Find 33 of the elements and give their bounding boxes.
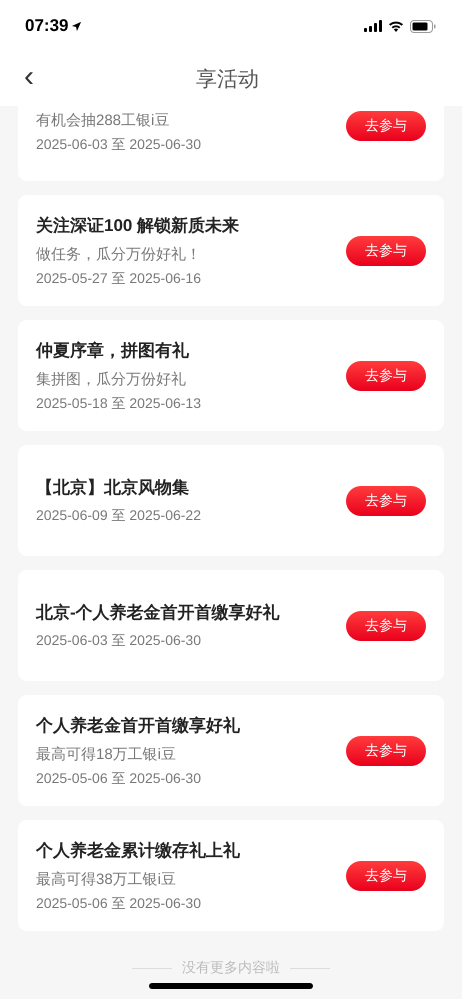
join-button[interactable]: 去参与 [346, 111, 426, 141]
join-button[interactable]: 去参与 [346, 236, 426, 266]
end-of-list-text: 没有更多内容啦 [182, 959, 280, 977]
join-button[interactable]: 去参与 [346, 486, 426, 516]
page-title: 享活动 [196, 67, 259, 93]
join-button[interactable]: 去参与 [346, 860, 426, 890]
join-button[interactable]: 去参与 [346, 610, 426, 640]
activity-dates: 2025-06-03 至 2025-06-30 [36, 632, 202, 650]
activity-title: 关注深证100 解锁新质未来 [36, 214, 240, 236]
battery-icon [410, 20, 436, 32]
back-button[interactable]: ‹ [0, 62, 44, 96]
activity-dates: 2025-06-09 至 2025-06-22 [36, 507, 202, 525]
activity-title: 个人养老金首开首缴享好礼 [36, 714, 240, 736]
activity-subtitle: 集拼图，瓜分万份好礼 [36, 370, 187, 388]
join-button[interactable]: 去参与 [346, 736, 426, 766]
activity-dates: 2025-05-06 至 2025-06-30 [36, 894, 202, 912]
activity-subtitle: 最高可得38万工银i豆 [36, 870, 178, 888]
location-arrow-icon [71, 20, 82, 32]
join-button[interactable]: 去参与 [346, 360, 426, 390]
activity-dates: 2025-05-18 至 2025-06-13 [36, 394, 202, 412]
activity-title: 【北京】北京风物集 [36, 477, 190, 499]
clock-time: 07:39 [25, 16, 68, 36]
activity-subtitle: 最高可得18万工银i豆 [36, 744, 178, 764]
activity-title: 北京-个人养老金首开首缴享好礼 [36, 602, 280, 624]
activity-subtitle: 做任务，瓜分万份好礼！ [36, 244, 202, 264]
wifi-icon [388, 20, 404, 32]
activity-dates: 2025-05-27 至 2025-06-16 [36, 270, 202, 288]
activity-title: 仲夏序章，拼图有礼 [36, 340, 190, 362]
activity-dates: 2025-05-06 至 2025-06-30 [36, 770, 202, 788]
signal-icon [364, 20, 382, 32]
activity-subtitle: 有机会抽288工银i豆 [36, 111, 170, 130]
activity-title: 个人养老金累计缴存礼上礼 [36, 840, 240, 862]
activity-dates: 2025-06-03 至 2025-06-30 [36, 136, 202, 154]
